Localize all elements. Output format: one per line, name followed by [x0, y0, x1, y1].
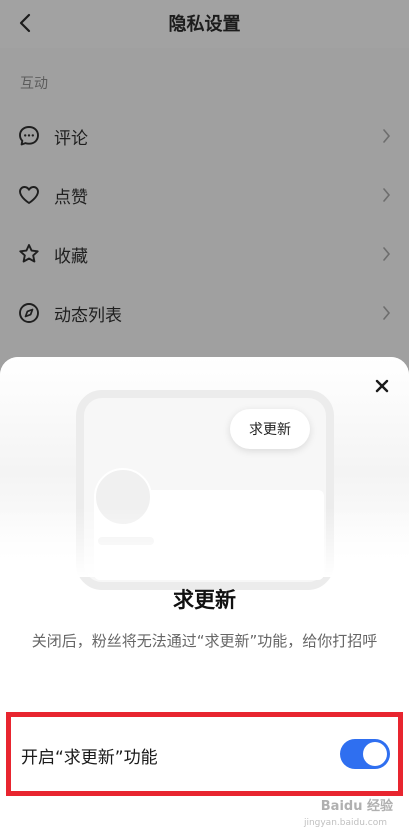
settings-row-likes[interactable]: 点赞 [0, 167, 409, 223]
request-update-toggle-row[interactable]: 开启“求更新”功能 [6, 712, 403, 796]
close-icon [375, 379, 389, 393]
sheet-description: 关闭后，粉丝将无法通过“求更新”功能，给你打招呼 [31, 632, 378, 650]
baidu-watermark-url: jingyan.baidu.com [303, 818, 387, 828]
settings-row-comments[interactable]: 评论 [0, 108, 409, 164]
chevron-right-icon [379, 306, 393, 320]
top-bar: 隐私设置 [0, 0, 409, 48]
chevron-right-icon [379, 247, 393, 261]
comment-icon [16, 123, 42, 149]
request-update-bottom-sheet: 求更新 求更新 关闭后，粉丝将无法通过“求更新”功能，给你打招呼 开启“求更新”… [0, 357, 409, 834]
settings-row-label: 动态列表 [54, 305, 122, 326]
settings-row-activity-list[interactable]: 动态列表 [0, 285, 409, 341]
settings-row-favorites[interactable]: 收藏 [0, 226, 409, 282]
baidu-watermark: Baidu 经验 [320, 799, 393, 814]
request-update-switch[interactable] [340, 739, 390, 769]
switch-knob [363, 742, 387, 766]
settings-row-label: 评论 [54, 128, 88, 149]
toggle-label: 开启“求更新”功能 [21, 748, 158, 768]
section-label-interaction: 互动 [20, 76, 48, 92]
settings-row-label: 收藏 [54, 246, 88, 267]
page-title: 隐私设置 [168, 14, 241, 35]
illustration-fade [0, 507, 409, 577]
star-icon [16, 241, 42, 267]
chevron-right-icon [379, 188, 393, 202]
sheet-title: 求更新 [173, 588, 236, 612]
compass-icon [16, 300, 42, 326]
settings-row-label: 点赞 [54, 187, 88, 208]
close-button[interactable] [371, 375, 393, 397]
request-update-pill: 求更新 [230, 409, 310, 449]
feature-illustration: 求更新 [0, 357, 409, 590]
chevron-right-icon [379, 129, 393, 143]
heart-icon [16, 182, 42, 208]
